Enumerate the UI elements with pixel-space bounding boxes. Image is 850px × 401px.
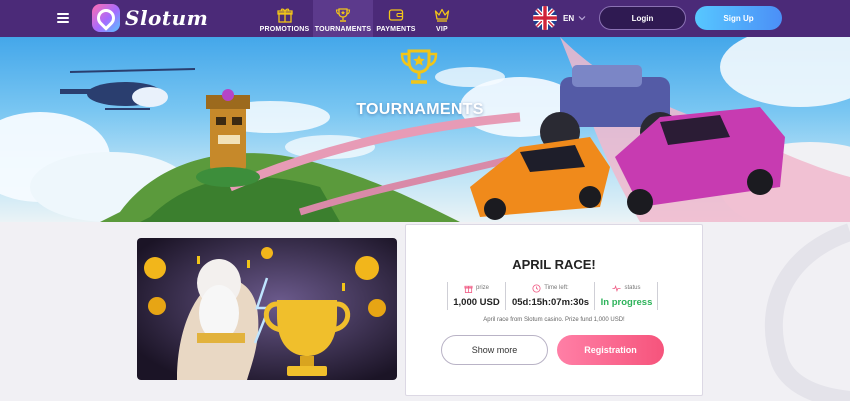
registration-button[interactable]: Registration — [557, 335, 664, 365]
brand-name: Slotum — [125, 6, 209, 30]
language-selector[interactable]: EN — [533, 6, 586, 30]
chevron-down-icon — [578, 16, 586, 21]
clock-icon — [532, 283, 541, 293]
tournament-image[interactable] — [137, 238, 397, 380]
tournament-card: APRIL RACE! prize 1,000 USD Time left: 0… — [405, 224, 703, 396]
nav-promotions-label: PROMOTIONS — [259, 26, 310, 33]
prize-label: prize — [475, 285, 489, 291]
wallet-icon — [388, 9, 404, 21]
brand-logo[interactable]: Slotum — [92, 4, 208, 32]
status-label: status — [624, 285, 641, 291]
background-swirl — [764, 223, 850, 401]
prize-value: 1,000 USD — [453, 297, 500, 308]
hamburger-menu-icon[interactable] — [57, 12, 69, 24]
crown-icon — [434, 8, 450, 22]
trophy-icon — [400, 49, 438, 84]
main-nav: PROMOTIONS TOURNAMENTS PAYMENTS VIP — [256, 0, 465, 37]
nav-tournaments-label: TOURNAMENTS — [314, 26, 372, 33]
prize-stat: prize 1,000 USD — [447, 282, 506, 310]
top-header: Slotum PROMOTIONS TOURNAMENTS PAYMENTS V… — [0, 0, 850, 37]
status-stat: status In progress — [596, 282, 658, 310]
pulse-icon — [612, 284, 622, 292]
helicopter-image — [60, 68, 196, 110]
tournament-title: APRIL RACE! — [512, 257, 596, 272]
gift-icon — [464, 285, 473, 293]
slotum-logo-icon — [92, 4, 120, 32]
nav-payments-label: PAYMENTS — [376, 26, 416, 33]
uk-flag-icon — [533, 6, 557, 30]
status-value: In progress — [600, 297, 653, 308]
orange-race-car-image — [470, 137, 610, 220]
tournaments-banner: TOURNAMENTS — [0, 37, 850, 222]
nav-vip-label: VIP — [436, 26, 448, 33]
nav-tournaments[interactable]: TOURNAMENTS — [313, 0, 373, 37]
banner-title: TOURNAMENTS — [356, 101, 484, 118]
time-left-stat: Time left: 05d:15h:07m:30s — [507, 282, 595, 310]
nav-payments[interactable]: PAYMENTS — [373, 0, 419, 37]
language-code: EN — [563, 13, 575, 23]
signup-button[interactable]: Sign Up — [695, 6, 782, 30]
nav-vip[interactable]: VIP — [419, 0, 465, 37]
tournament-description: April race from Slotum casino. Prize fun… — [483, 317, 625, 323]
gift-icon — [276, 8, 293, 23]
login-button[interactable]: Login — [599, 6, 686, 30]
trophy-icon — [335, 8, 351, 22]
nav-promotions[interactable]: PROMOTIONS — [256, 0, 313, 37]
time-left-value: 05d:15h:07m:30s — [511, 297, 590, 308]
show-more-button[interactable]: Show more — [441, 335, 548, 365]
time-left-label: Time left: — [544, 285, 569, 291]
